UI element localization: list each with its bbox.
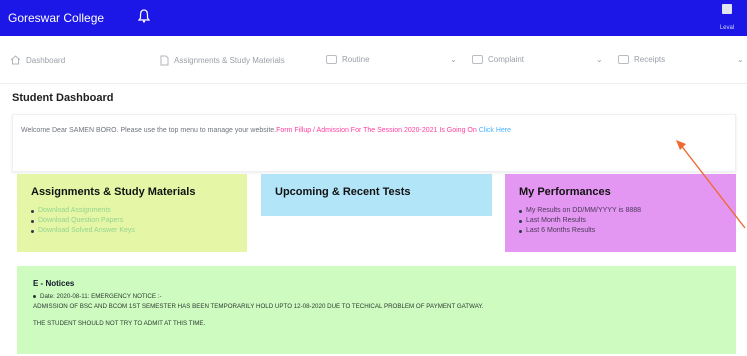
tests-card[interactable]: Upcoming & Recent Tests: [261, 174, 492, 216]
routine-chevron-down-icon[interactable]: ⌄: [450, 55, 457, 64]
menu-item-routine[interactable]: Routine: [326, 55, 370, 64]
assignments-card: Assignments & Study Materials Download A…: [17, 174, 247, 252]
complaint-chevron-down-icon[interactable]: ⌄: [596, 55, 603, 64]
download-answer-keys-link[interactable]: Download Solved Answer Keys: [38, 226, 135, 236]
e-notices-panel: E - Notices Date: 2020-08-11: EMERGENCY …: [17, 266, 736, 354]
brand-title[interactable]: Goreswar College: [8, 11, 104, 25]
notices-title: E - Notices: [33, 279, 75, 288]
notice-warning: THE STUDENT SHOULD NOT TRY TO ADMIT AT T…: [33, 320, 206, 327]
menu-item-receipts[interactable]: Receipts: [618, 55, 665, 64]
comment-icon: [472, 55, 483, 64]
card-title: Upcoming & Recent Tests: [275, 186, 411, 198]
list-item[interactable]: Download Question Papers: [31, 216, 233, 226]
menu-item-label: Receipts: [634, 55, 666, 64]
notice-date: Date: 2020-08-11: EMERGENCY NOTICE :-: [40, 293, 162, 300]
top-navbar: Goreswar College Leval: [0, 0, 747, 36]
bullet-icon: [519, 229, 522, 233]
menu-item-assignments[interactable]: Assignments & Study Materials: [160, 55, 285, 66]
download-question-papers-link[interactable]: Download Question Papers: [38, 216, 123, 226]
menu-item-label: Complaint: [488, 55, 525, 64]
bullet-icon: [31, 219, 34, 223]
bell-icon[interactable]: [137, 8, 151, 24]
bullet-icon: [33, 295, 36, 298]
menu-item-label: Dashboard: [26, 55, 66, 65]
notice-body: ADMISSION OF BSC AND BCOM 1ST SEMESTER H…: [33, 303, 484, 310]
result-date-link[interactable]: My Results on DD/MM/YYYY is 8888: [526, 206, 641, 216]
notice-date-line: Date: 2020-08-11: EMERGENCY NOTICE :-: [33, 293, 720, 300]
document-icon: [160, 55, 169, 66]
last-month-results-link[interactable]: Last Month Results: [526, 216, 586, 226]
annotation-arrow-icon: [676, 140, 746, 229]
user-avatar[interactable]: Leval: [713, 4, 741, 32]
avatar-image: [722, 4, 732, 14]
menu-item-label: Assignments & Study Materials: [174, 56, 285, 65]
welcome-message: Welcome Dear SAMEN BORO. Please use the …: [21, 127, 511, 134]
receipt-icon: [618, 55, 629, 64]
main-menu: Dashboard Assignments & Study Materials …: [0, 36, 747, 84]
menu-item-complaint[interactable]: Complaint: [472, 55, 524, 64]
calendar-icon: [326, 55, 337, 64]
list-item[interactable]: Download Assignments: [31, 206, 233, 216]
user-label: Leval: [719, 25, 735, 31]
receipts-chevron-down-icon[interactable]: ⌄: [737, 55, 744, 64]
bullet-icon: [31, 209, 34, 213]
bullet-icon: [31, 229, 34, 233]
click-here-link[interactable]: Click Here: [479, 127, 511, 134]
card-title: Assignments & Study Materials: [31, 186, 196, 198]
menu-item-dashboard[interactable]: Dashboard: [10, 55, 65, 65]
list-item[interactable]: Download Solved Answer Keys: [31, 226, 233, 236]
menu-item-label: Routine: [342, 55, 370, 64]
admission-announcement[interactable]: Form Fillup / Admission For The Session …: [276, 127, 477, 134]
welcome-text: Welcome Dear SAMEN BORO. Please use the …: [21, 127, 277, 134]
home-icon: [10, 55, 21, 65]
assignments-list: Download Assignments Download Question P…: [31, 206, 233, 236]
bullet-icon: [519, 219, 522, 223]
welcome-panel: Welcome Dear SAMEN BORO. Please use the …: [12, 114, 736, 172]
download-assignments-link[interactable]: Download Assignments: [38, 206, 111, 216]
page-title: Student Dashboard: [12, 92, 114, 104]
last-6-months-results-link[interactable]: Last 6 Months Results: [526, 226, 595, 236]
bullet-icon: [519, 209, 522, 213]
